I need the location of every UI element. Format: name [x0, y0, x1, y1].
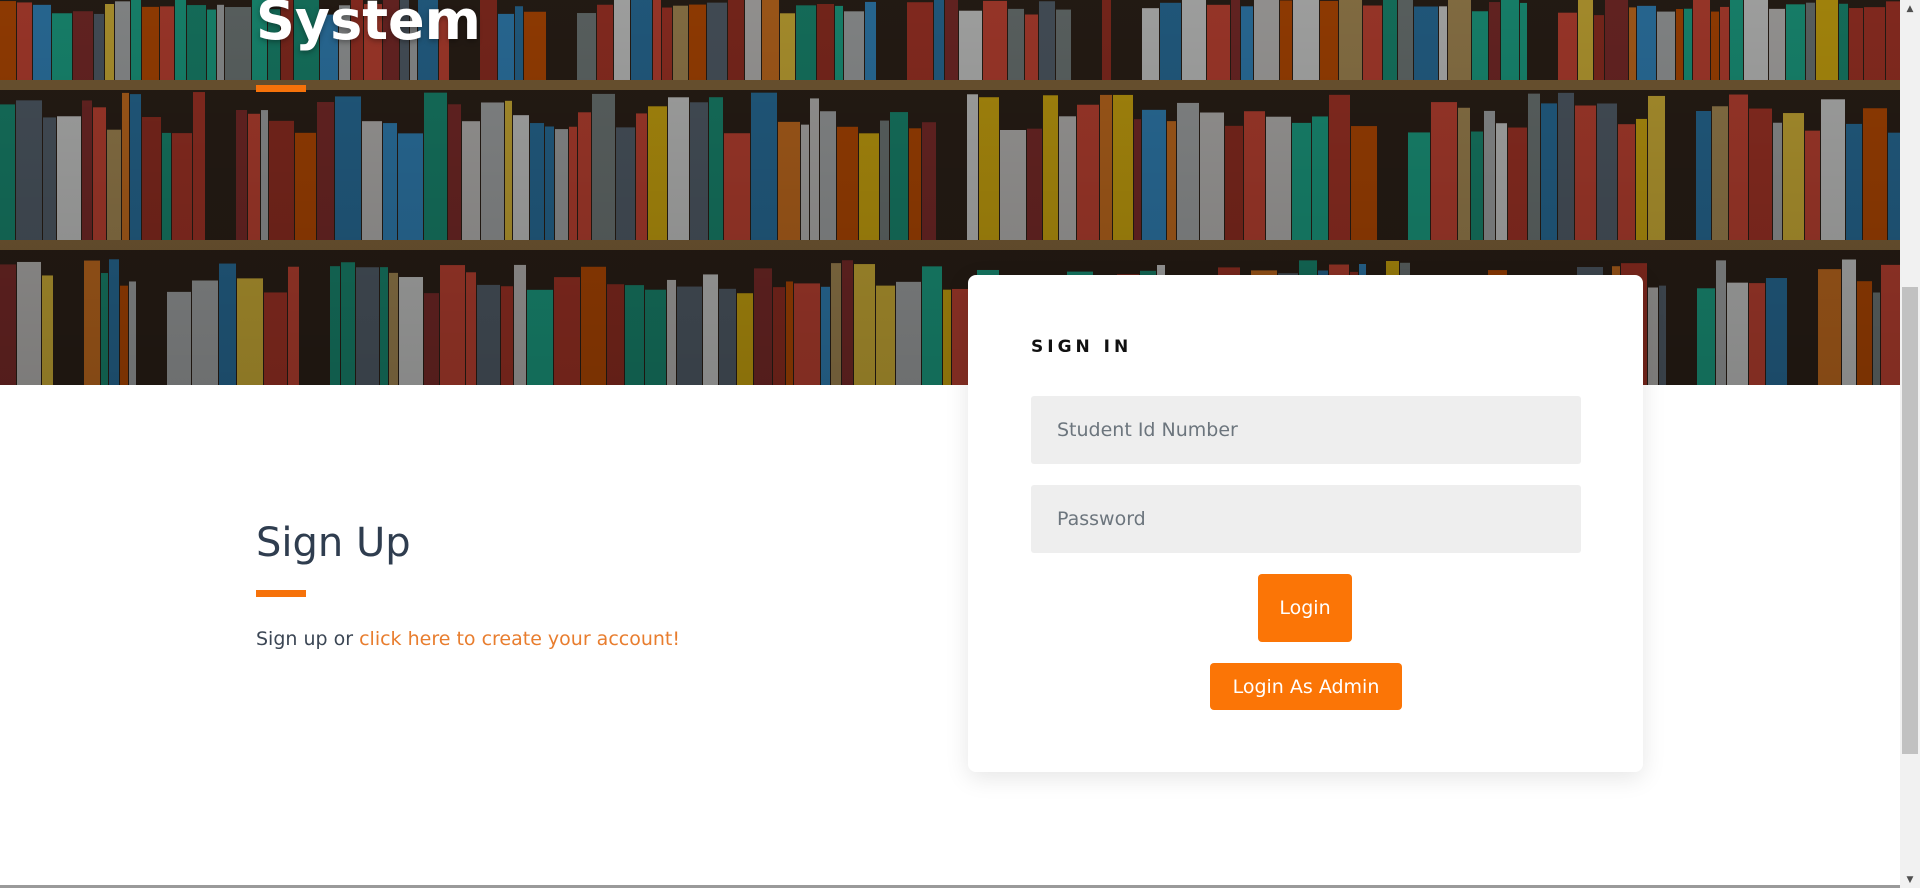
scroll-up-arrow-icon[interactable]: ▲: [1900, 0, 1920, 17]
scrollbar-thumb[interactable]: [1902, 287, 1918, 754]
password-input[interactable]: [1031, 485, 1581, 553]
login-as-admin-button[interactable]: Login As Admin: [1210, 663, 1402, 710]
hero-title-underline: [256, 85, 306, 92]
signup-text-prefix: Sign up or: [256, 628, 360, 650]
scroll-down-arrow-icon[interactable]: ▼: [1900, 871, 1920, 888]
signin-card: SIGN IN Login Login As Admin: [968, 275, 1643, 772]
signup-title-underline: [256, 590, 306, 597]
hero-title: System: [256, 0, 481, 52]
student-id-input[interactable]: [1031, 396, 1581, 464]
login-button[interactable]: Login: [1258, 574, 1352, 642]
page-scrollbar[interactable]: ▲ ▼: [1900, 0, 1920, 888]
signin-heading: SIGN IN: [1031, 337, 1133, 357]
signup-text: Sign up or click here to create your acc…: [256, 628, 680, 650]
signup-title: Sign Up: [256, 520, 411, 566]
create-account-link[interactable]: click here to create your account!: [359, 628, 680, 650]
